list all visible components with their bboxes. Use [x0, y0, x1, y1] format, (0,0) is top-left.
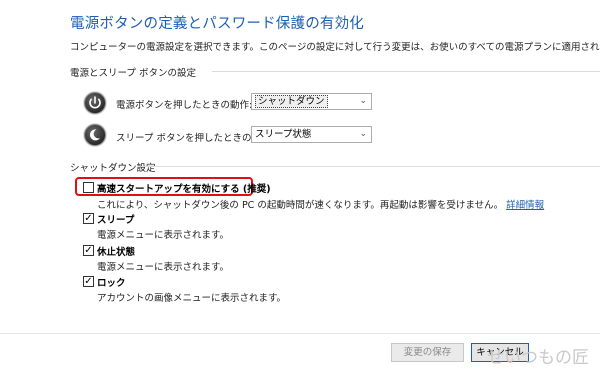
hibernate-checkbox[interactable]: ✓: [83, 245, 94, 256]
chevron-down-icon: ⌄: [359, 96, 367, 106]
section-divider: [142, 166, 600, 167]
save-changes-button[interactable]: 変更の保存: [391, 343, 464, 362]
fast-startup-label: 高速スタートアップを有効にする (推奨): [97, 184, 271, 195]
fast-startup-checkbox[interactable]: [83, 182, 94, 193]
power-button-action-value: シャットダウン: [255, 95, 328, 108]
sleep-option-description: 電源メニューに表示されます。: [97, 230, 230, 241]
power-section-label: 電源とスリープ ボタンの設定: [70, 68, 196, 79]
fast-startup-description-text: これにより、シャットダウン後の PC の起動時間が速くなります。再起動は影響を受…: [97, 200, 504, 211]
hibernate-option-description: 電源メニューに表示されます。: [97, 262, 230, 273]
sleep-option-label: スリープ: [97, 215, 135, 226]
chevron-down-icon: ⌄: [359, 129, 367, 139]
power-button-icon: [84, 92, 106, 114]
page-title: 電源ボタンの定義とパスワード保護の有効化: [70, 16, 364, 32]
fast-startup-description: これにより、シャットダウン後の PC の起動時間が速くなります。再起動は影響を受…: [97, 197, 544, 211]
sleep-checkbox[interactable]: ✓: [83, 213, 94, 224]
section-divider: [212, 71, 600, 72]
sleep-button-action-select[interactable]: スリープ状態 ⌄: [251, 126, 372, 143]
watermark-logo: せいつもの匠: [487, 348, 589, 368]
sleep-button-action-label: スリープ ボタンを押したときの動作:: [116, 133, 274, 144]
footer-divider: [0, 333, 600, 334]
shutdown-section-label: シャットダウン設定: [70, 163, 156, 174]
sleep-button-action-value: スリープ状態: [255, 129, 312, 140]
lock-option-description: アカウントの画像メニューに表示されます。: [97, 293, 287, 304]
lock-checkbox[interactable]: ✓: [83, 276, 94, 287]
power-button-action-select[interactable]: シャットダウン ⌄: [251, 93, 372, 110]
power-button-action-label: 電源ボタンを押したときの動作:: [116, 100, 253, 111]
lock-option-label: ロック: [97, 278, 126, 289]
page-description: コンピューターの電源設定を選択できます。このページの設定に対して行う変更は、お使…: [70, 42, 600, 53]
hibernate-option-label: 休止状態: [97, 247, 136, 258]
more-info-link[interactable]: 詳細情報: [506, 200, 544, 211]
sleep-button-icon: [84, 124, 106, 146]
